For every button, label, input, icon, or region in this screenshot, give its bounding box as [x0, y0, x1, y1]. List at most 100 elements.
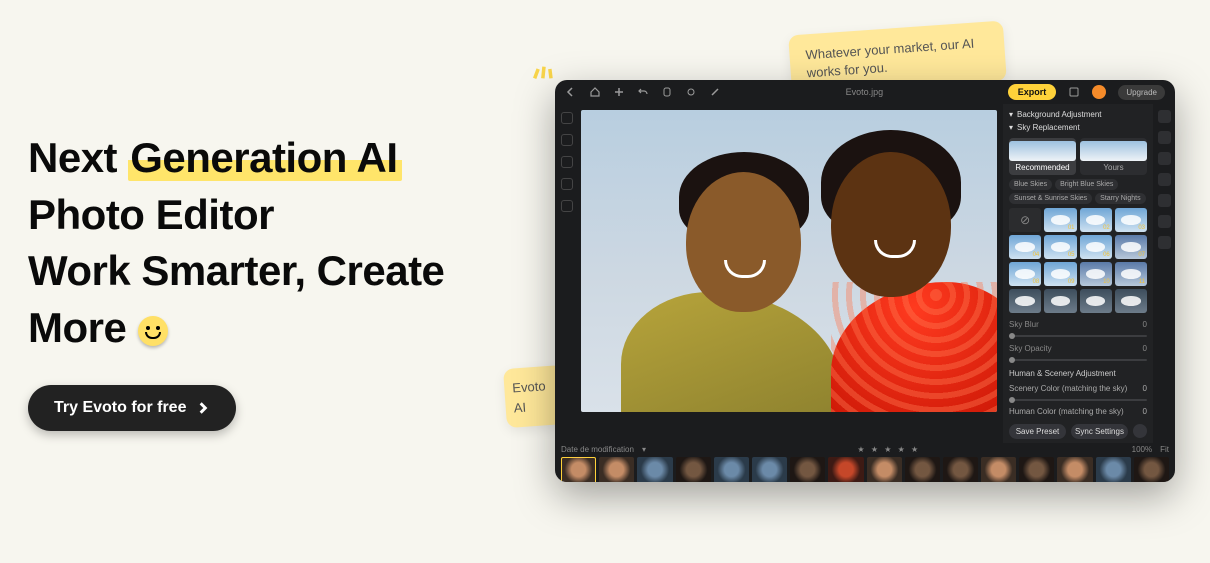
tool-icon[interactable]: [561, 200, 573, 212]
slider-value: 0: [1143, 384, 1147, 393]
slider[interactable]: [1009, 335, 1147, 337]
chip[interactable]: Sunset & Sunrise Skies: [1009, 193, 1092, 204]
slider[interactable]: [1009, 359, 1147, 361]
fit-button[interactable]: Fit: [1160, 445, 1169, 454]
chip-row: Blue Skies Bright Blue Skies Sunset & Su…: [1009, 179, 1147, 204]
rail-icon[interactable]: [1158, 152, 1171, 165]
tool-icon[interactable]: [561, 178, 573, 190]
sky-preset[interactable]: [1044, 235, 1076, 259]
settings-icon[interactable]: [1068, 86, 1080, 98]
picker-icon[interactable]: [685, 86, 697, 98]
sky-preset-none[interactable]: [1009, 208, 1041, 232]
panel-section[interactable]: Sky Replacement: [1009, 123, 1147, 132]
canvas-area: [579, 104, 1003, 443]
window-title: Evoto.jpg: [733, 87, 996, 97]
rating-stars[interactable]: ★ ★ ★ ★ ★: [857, 445, 920, 454]
home-icon[interactable]: [589, 86, 601, 98]
upgrade-button[interactable]: Upgrade: [1118, 85, 1165, 100]
sky-preset[interactable]: [1115, 208, 1147, 232]
sky-preset[interactable]: [1080, 262, 1112, 286]
zoom-value[interactable]: 100%: [1132, 445, 1152, 454]
tool-icon[interactable]: [561, 156, 573, 168]
left-tool-rail: [555, 104, 579, 443]
hero-block: Next Generation AI Photo Editor Work Sma…: [28, 130, 508, 431]
tab-recommended[interactable]: Recommended: [1009, 138, 1076, 175]
hero-text: Next: [28, 134, 128, 181]
hero-text: Work Smarter, Create: [28, 247, 444, 294]
hand-icon[interactable]: [661, 86, 673, 98]
rail-icon[interactable]: [1158, 173, 1171, 186]
add-icon[interactable]: [613, 86, 625, 98]
rail-icon[interactable]: [1158, 194, 1171, 207]
chevron-right-icon: [196, 401, 210, 415]
thumbnail[interactable]: [1096, 457, 1131, 482]
tab-yours[interactable]: Yours: [1080, 138, 1147, 175]
sync-settings-button[interactable]: Sync Settings: [1071, 424, 1128, 439]
sky-preset[interactable]: [1044, 262, 1076, 286]
slider-label: Human Color (matching the sky): [1009, 407, 1124, 416]
slider-label: Sky Blur: [1009, 320, 1039, 329]
app-window: Evoto.jpg Export Upgrade Background: [555, 80, 1175, 482]
spark-icon: [530, 55, 558, 88]
sort-label[interactable]: Date de modification: [561, 445, 634, 454]
save-preset-button[interactable]: Save Preset: [1009, 424, 1066, 439]
thumbnail[interactable]: [752, 457, 787, 482]
rail-icon[interactable]: [1158, 110, 1171, 123]
undo-icon[interactable]: [637, 86, 649, 98]
export-button[interactable]: Export: [1008, 84, 1057, 100]
photo-canvas[interactable]: [581, 110, 997, 412]
back-icon[interactable]: [565, 86, 577, 98]
hero-highlight: Generation AI: [128, 134, 401, 181]
brush-icon[interactable]: [709, 86, 721, 98]
slider-label: Scenery Color (matching the sky): [1009, 384, 1127, 393]
thumbnail[interactable]: [561, 457, 596, 482]
thumbnail[interactable]: [1134, 457, 1169, 482]
sky-preset[interactable]: [1115, 289, 1147, 313]
thumbnail[interactable]: [714, 457, 749, 482]
avatar[interactable]: [1092, 85, 1106, 99]
slider[interactable]: [1009, 399, 1147, 401]
chip[interactable]: Blue Skies: [1009, 179, 1052, 190]
filmstrip: [561, 457, 1169, 482]
panel-header[interactable]: Background Adjustment: [1009, 110, 1147, 119]
tool-icon[interactable]: [561, 134, 573, 146]
rail-icon[interactable]: [1158, 236, 1171, 249]
rail-icon[interactable]: [1158, 215, 1171, 228]
sky-preset[interactable]: [1080, 208, 1112, 232]
sky-preset[interactable]: [1115, 235, 1147, 259]
more-icon[interactable]: [1133, 424, 1147, 438]
sky-preset[interactable]: [1080, 289, 1112, 313]
sky-preset[interactable]: [1080, 235, 1112, 259]
hero-text: Photo Editor: [28, 191, 274, 238]
thumbnail[interactable]: [599, 457, 634, 482]
sky-preset[interactable]: [1115, 262, 1147, 286]
thumbnail[interactable]: [981, 457, 1016, 482]
subject-figure: [776, 142, 997, 412]
thumbnail[interactable]: [943, 457, 978, 482]
thumbnail[interactable]: [905, 457, 940, 482]
tool-icon[interactable]: [561, 112, 573, 124]
thumbnail[interactable]: [1019, 457, 1054, 482]
filmstrip-controls: Date de modification▾ ★ ★ ★ ★ ★ 100% Fit: [561, 443, 1169, 455]
hero-heading: Next Generation AI Photo Editor Work Sma…: [28, 130, 508, 357]
thumbnail[interactable]: [790, 457, 825, 482]
slider-value: 0: [1143, 344, 1147, 353]
thumbnail[interactable]: [637, 457, 672, 482]
right-panel: Background Adjustment Sky Replacement Re…: [1003, 104, 1153, 443]
thumbnail[interactable]: [1057, 457, 1092, 482]
sky-preset[interactable]: [1009, 289, 1041, 313]
chip[interactable]: Starry Nights: [1095, 193, 1145, 204]
thumbnail[interactable]: [676, 457, 711, 482]
slider-value: 0: [1143, 407, 1147, 416]
chip[interactable]: Bright Blue Skies: [1055, 179, 1118, 190]
thumbnail[interactable]: [867, 457, 902, 482]
sky-preset[interactable]: [1009, 262, 1041, 286]
panel-subheader: Human & Scenery Adjustment: [1009, 369, 1147, 378]
cta-label: Try Evoto for free: [54, 399, 186, 417]
thumbnail[interactable]: [828, 457, 863, 482]
sky-preset[interactable]: [1044, 208, 1076, 232]
sky-preset[interactable]: [1044, 289, 1076, 313]
cta-button[interactable]: Try Evoto for free: [28, 385, 236, 431]
sky-preset[interactable]: [1009, 235, 1041, 259]
rail-icon[interactable]: [1158, 131, 1171, 144]
